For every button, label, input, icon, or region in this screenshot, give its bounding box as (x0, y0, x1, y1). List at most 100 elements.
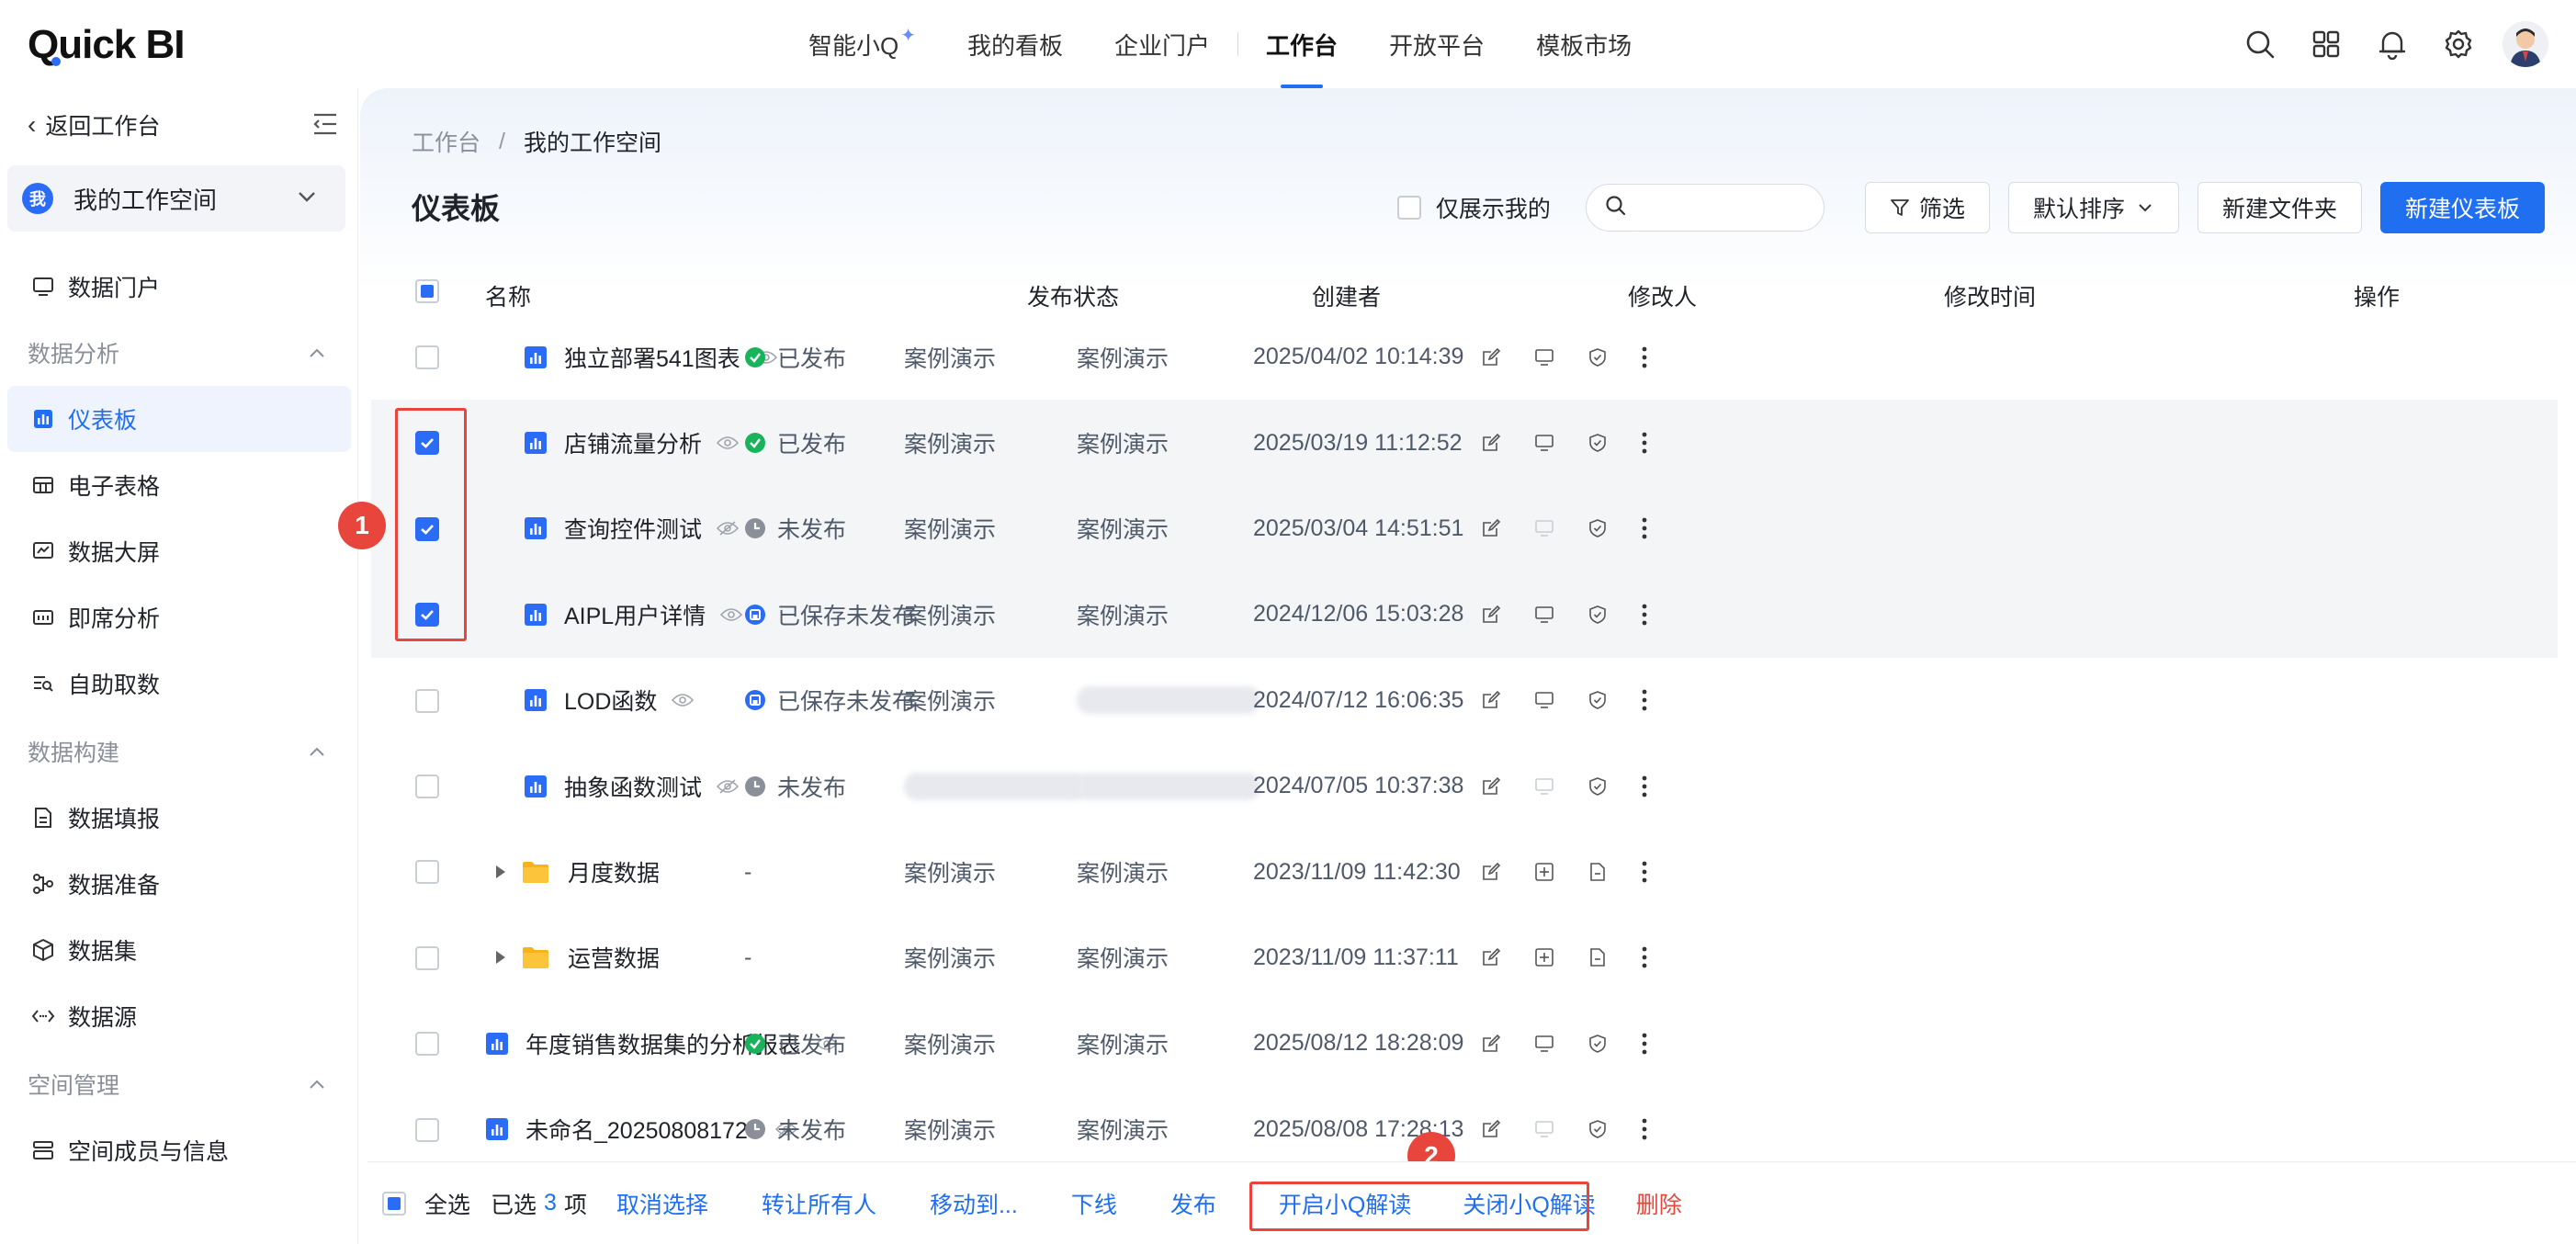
new-folder-button[interactable]: 新建文件夹 (2197, 182, 2362, 233)
edit-icon[interactable] (1481, 1119, 1534, 1139)
header-select-all-checkbox[interactable] (415, 279, 439, 303)
more-icon[interactable] (1641, 688, 1694, 712)
sidebar-item-sidebar-groups-1-items-1[interactable]: 数据准备 (0, 851, 358, 917)
filter-button[interactable]: 筛选 (1864, 182, 1990, 233)
more-icon[interactable] (1641, 345, 1694, 369)
more-icon[interactable] (1641, 945, 1694, 969)
sort-dropdown[interactable]: 默认排序 (2007, 182, 2179, 233)
search-input[interactable] (1635, 195, 1820, 221)
row-name-cell[interactable]: 运营数据 (494, 915, 660, 1001)
table-row[interactable]: 年度销售数据集的分析报表 已发布 案例演示 案例演示 2025/08/12 18:28:… (371, 1001, 2558, 1086)
expand-caret-icon[interactable] (494, 949, 507, 966)
user-avatar[interactable] (2503, 21, 2548, 67)
nav-item-2[interactable]: 企业门户 (1114, 0, 1210, 88)
sidebar-item-sidebar-groups-0-items-4[interactable]: 自助取数 (0, 650, 358, 717)
more-icon[interactable] (1641, 603, 1694, 627)
row-name[interactable]: 月度数据 (568, 855, 660, 888)
new-dashboard-button[interactable]: 新建仪表板 (2379, 182, 2545, 233)
edit-icon[interactable] (1481, 1034, 1534, 1054)
row-checkbox[interactable] (415, 1117, 439, 1142)
table-row[interactable]: 运营数据 - 案例演示 案例演示 2023/11/09 11:37:11 (371, 915, 2558, 1001)
search-icon[interactable] (2236, 20, 2284, 68)
quick-bi-logo[interactable]: Quick BI (28, 22, 186, 68)
more-icon[interactable] (1641, 775, 1694, 798)
row-checkbox[interactable] (415, 945, 439, 970)
shield-check-icon[interactable] (1587, 518, 1641, 538)
row-name-cell[interactable]: 月度数据 (494, 829, 660, 914)
shield-check-icon[interactable] (1587, 776, 1641, 797)
edit-icon[interactable] (1481, 947, 1534, 967)
sidebar-item-sidebar-groups-0-items-2[interactable]: 数据大屏 (0, 518, 358, 584)
select-all-label[interactable]: 全选 (424, 1187, 470, 1220)
sidebar-group-1[interactable]: 数据构建 (0, 718, 358, 785)
bell-icon[interactable] (2368, 20, 2416, 68)
expand-caret-icon[interactable] (494, 864, 507, 880)
breadcrumb-root[interactable]: 工作台 (412, 125, 480, 158)
sidebar-group-2[interactable]: 空间管理 (0, 1051, 358, 1117)
table-row[interactable]: 未命名_202508081727 未发布 案例演示 案例演示 2025/08/08 17… (371, 1087, 2558, 1172)
present-icon[interactable] (1534, 1119, 1587, 1139)
more-icon[interactable] (1641, 860, 1694, 884)
only-mine-checkbox[interactable] (1396, 196, 1421, 220)
present-icon[interactable] (1534, 433, 1587, 453)
shield-check-icon[interactable] (1587, 1034, 1641, 1054)
more-icon[interactable] (1641, 431, 1694, 455)
sidebar-item-sidebar-groups-0-items-0[interactable]: 仪表板 (7, 386, 351, 452)
table-row[interactable]: AIPL用户详情 已保存未发布 案例演示 案例演示 2024/12/06 15:03:2… (371, 571, 2558, 658)
edit-icon[interactable] (1481, 347, 1534, 368)
row-name[interactable]: LOD函数 (564, 684, 657, 717)
select-all-checkbox[interactable] (382, 1191, 406, 1216)
edit-icon[interactable] (1481, 690, 1534, 710)
present-icon[interactable] (1534, 1034, 1587, 1054)
more-icon[interactable] (1641, 516, 1694, 540)
present-icon[interactable] (1534, 347, 1587, 368)
edit-icon[interactable] (1481, 862, 1534, 882)
collapse-sidebar-icon[interactable] (312, 112, 338, 141)
sidebar-item-sidebar-groups-1-items-2[interactable]: 数据集 (0, 917, 358, 983)
shield-check-icon[interactable] (1587, 347, 1641, 368)
sidebar-item-sidebar-top_item[interactable]: 数据门户 (0, 254, 358, 320)
table-row[interactable]: LOD函数 已保存未发布 案例演示 2024/07/12 16:06:35 (371, 658, 2558, 743)
table-row[interactable]: 独立部署541图表 已发布 案例演示 案例演示 2025/04/02 10:14:39 (371, 314, 2558, 400)
present-icon[interactable] (1534, 690, 1587, 710)
row-name[interactable]: 独立部署541图表 (564, 341, 740, 374)
table-row[interactable]: 店铺流量分析 已发布 案例演示 案例演示 2025/03/19 11:12:52 (371, 400, 2558, 486)
nav-item-1[interactable]: 我的看板 (967, 0, 1063, 88)
batch-action-4[interactable]: 发布 (1170, 1187, 1216, 1220)
row-name-cell[interactable]: 店铺流量分析 (524, 400, 740, 485)
edit-icon[interactable] (1481, 518, 1534, 538)
row-name[interactable]: 运营数据 (568, 941, 660, 974)
edit-icon[interactable] (1481, 605, 1534, 625)
row-checkbox[interactable] (415, 345, 439, 369)
add-icon[interactable] (1534, 862, 1587, 882)
row-name[interactable]: 抽象函数测试 (564, 770, 702, 803)
row-checkbox[interactable] (415, 860, 439, 885)
present-icon[interactable] (1534, 605, 1587, 625)
row-name[interactable]: 店铺流量分析 (564, 426, 702, 459)
batch-action-7[interactable]: 删除 (1636, 1187, 1682, 1220)
shield-check-icon[interactable] (1587, 433, 1641, 453)
shield-check-icon[interactable] (1587, 1119, 1641, 1139)
present-icon[interactable] (1534, 776, 1587, 797)
row-name-cell[interactable]: 抽象函数测试 (524, 743, 740, 829)
row-checkbox[interactable] (415, 774, 439, 798)
back-to-workbench-link[interactable]: ‹ 返回工作台 (28, 107, 160, 143)
more-icon[interactable] (1641, 1117, 1694, 1141)
edit-icon[interactable] (1481, 433, 1534, 453)
row-name-cell[interactable]: LOD函数 (524, 658, 695, 743)
batch-action-3[interactable]: 下线 (1071, 1187, 1117, 1220)
sidebar-item-sidebar-groups-1-items-3[interactable]: 数据源 (0, 983, 358, 1049)
search-box[interactable] (1585, 184, 1825, 232)
batch-action-1[interactable]: 转让所有人 (762, 1187, 876, 1220)
table-row[interactable]: 抽象函数测试 未发布 2024/07/05 10:37:38 (371, 743, 2558, 829)
row-checkbox[interactable] (415, 688, 439, 713)
present-icon[interactable] (1534, 518, 1587, 538)
sidebar-item-sidebar-groups-2-items-0[interactable]: 空间成员与信息 (0, 1117, 358, 1183)
table-row[interactable]: 查询控件测试 未发布 案例演示 案例演示 2025/03/04 14:51:51 (371, 485, 2558, 572)
only-mine-toggle[interactable]: 仅展示我的 (1396, 191, 1551, 224)
row-name[interactable]: 查询控件测试 (564, 512, 702, 545)
workspace-selector[interactable]: 我 我的工作空间 (7, 165, 345, 232)
row-name-cell[interactable]: AIPL用户详情 (524, 571, 743, 657)
row-name-cell[interactable]: 查询控件测试 (524, 486, 740, 571)
file-icon[interactable] (1587, 862, 1641, 882)
